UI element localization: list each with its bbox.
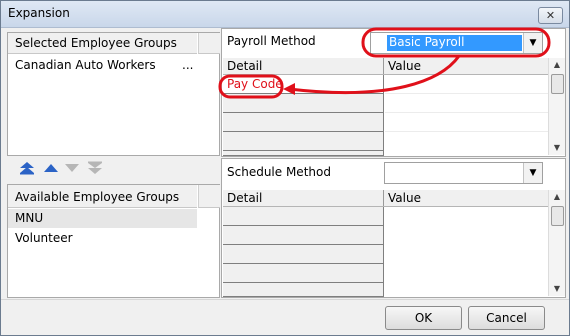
annotation-arrow	[288, 55, 461, 95]
expansion-dialog: Expansion ✕ Selected Employee Groups Can…	[0, 0, 570, 336]
annotation-overlay	[218, 27, 551, 99]
annotation-circle-payroll	[361, 27, 551, 58]
annotation-arrowhead	[283, 83, 295, 95]
annotation-circle-pay-code	[218, 74, 284, 99]
